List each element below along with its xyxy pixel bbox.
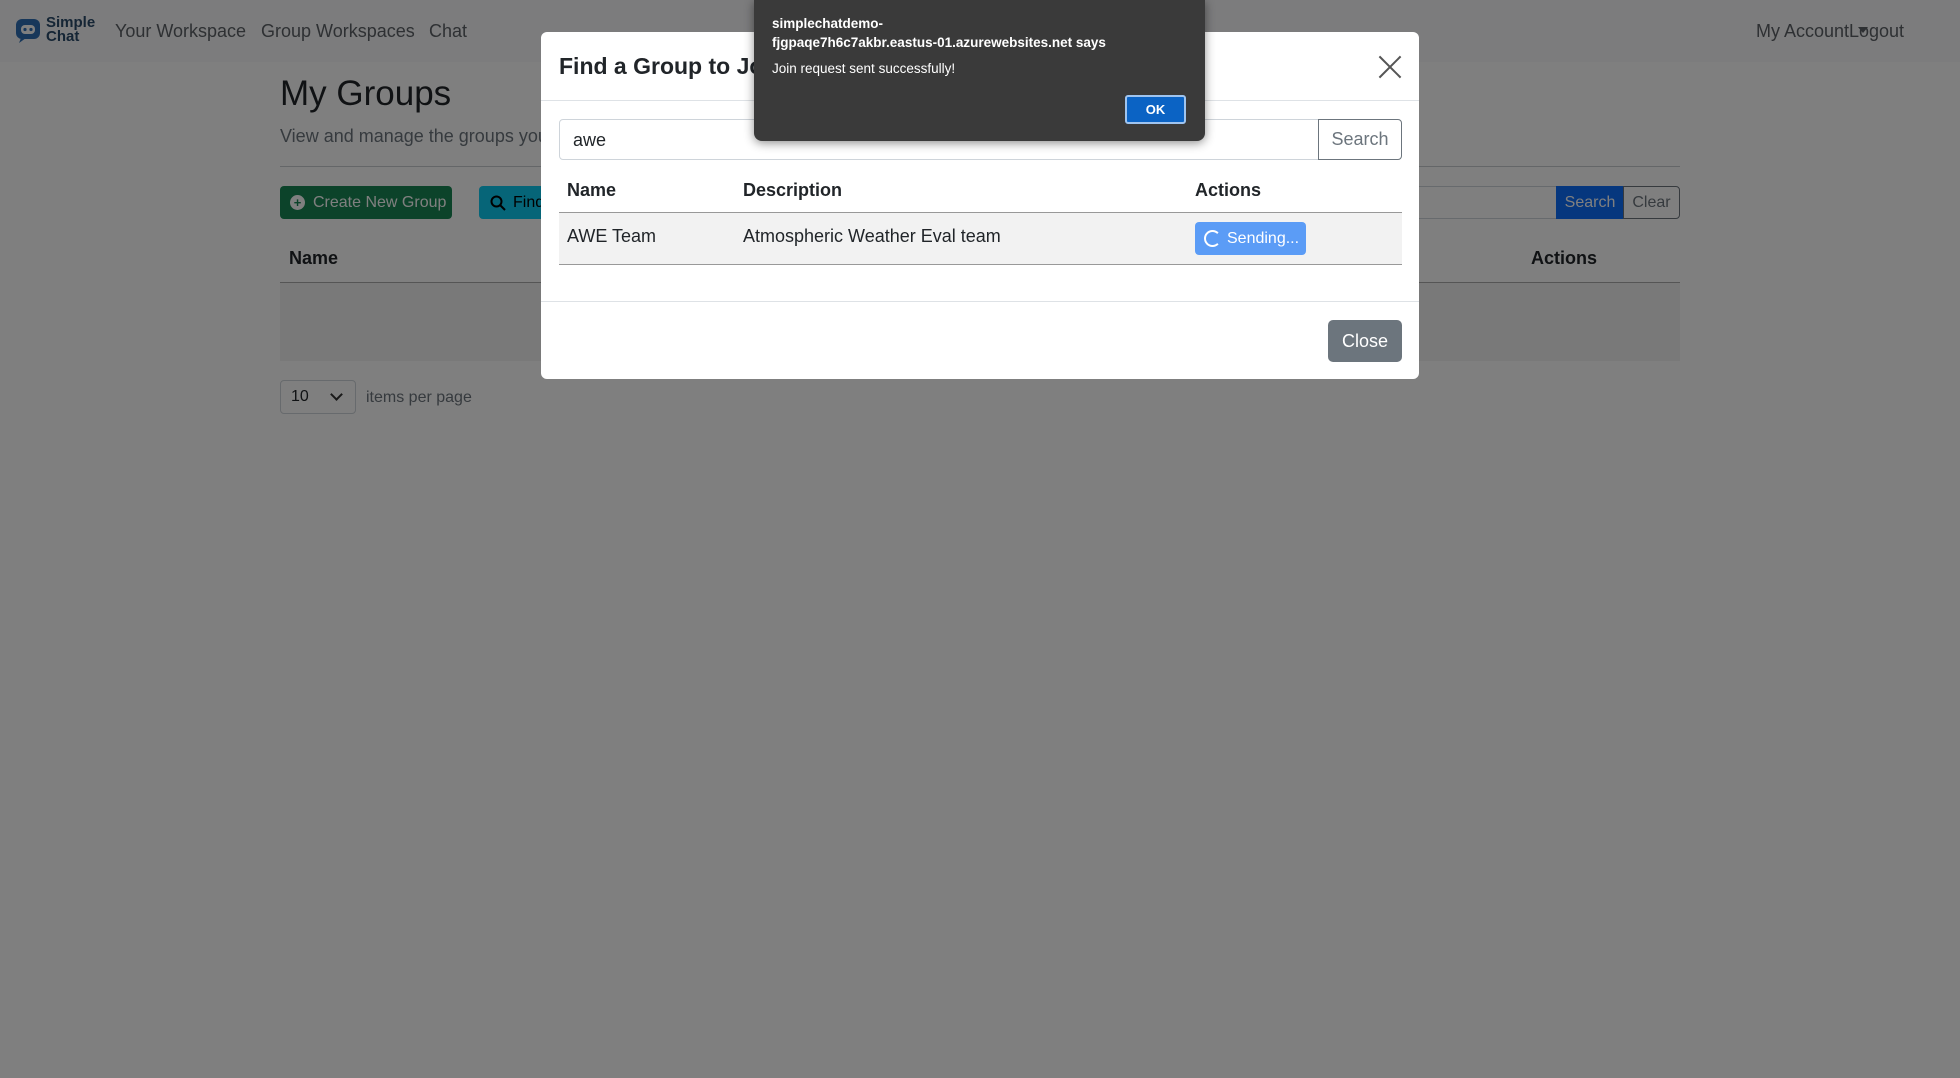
modal-title: Find a Group to Join: [559, 53, 784, 79]
result-group-name: AWE Team: [567, 226, 657, 246]
results-column-actions: Actions: [1195, 180, 1262, 200]
results-column-description: Description: [743, 180, 843, 200]
alert-origin: simplechatdemo- fjgpaqe7h6c7akbr.eastus-…: [772, 14, 1172, 52]
close-icon[interactable]: [1377, 54, 1403, 80]
spinner-icon: [1204, 230, 1221, 247]
results-column-name: Name: [567, 180, 617, 200]
alert-ok-button[interactable]: OK: [1125, 95, 1186, 124]
modal-close-button[interactable]: Close: [1328, 320, 1402, 362]
modal-search-button[interactable]: Search: [1318, 119, 1402, 160]
browser-alert-dialog: simplechatdemo- fjgpaqe7h6c7akbr.eastus-…: [754, 0, 1205, 141]
results-row-divider: [559, 264, 1402, 265]
alert-origin-line2: fjgpaqe7h6c7akbr.eastus-01.azurewebsites…: [772, 35, 1106, 50]
alert-origin-line1: simplechatdemo-: [772, 16, 884, 31]
alert-message: Join request sent successfully!: [772, 61, 956, 76]
result-group-description: Atmospheric Weather Eval team: [743, 226, 1001, 246]
modal-footer-divider: [541, 301, 1419, 302]
join-sending-label: Sending...: [1227, 229, 1300, 247]
join-sending-button[interactable]: Sending...: [1195, 222, 1306, 255]
